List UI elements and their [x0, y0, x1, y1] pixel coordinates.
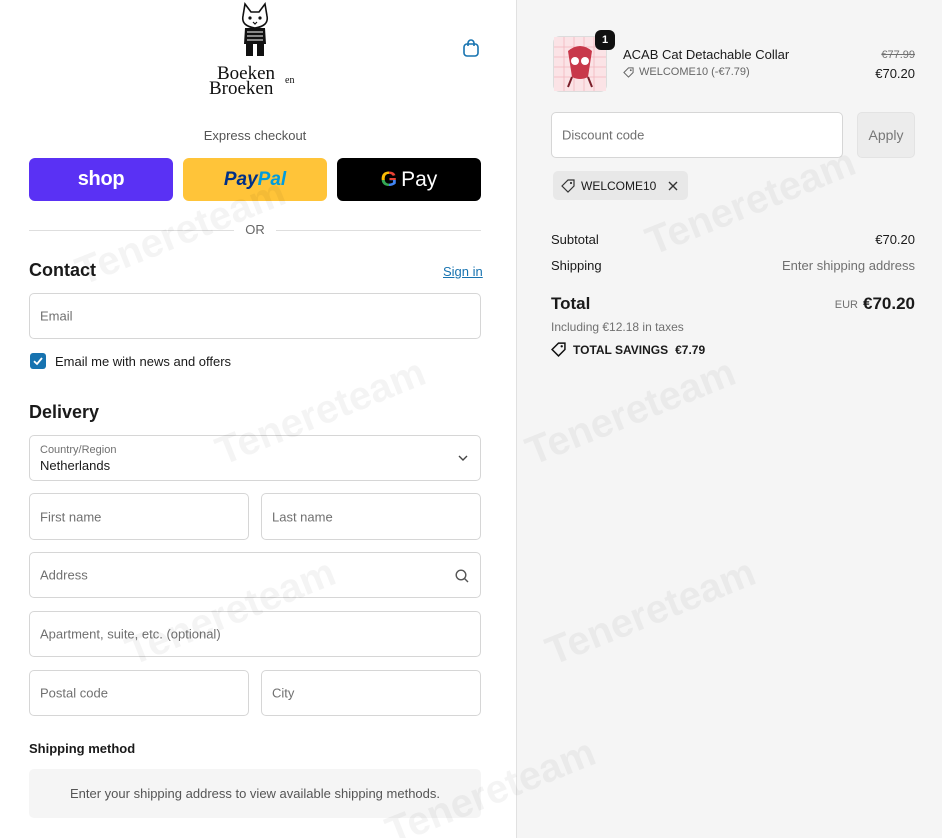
close-icon[interactable]	[666, 179, 680, 193]
tag-icon	[623, 66, 634, 78]
first-name-placeholder: First name	[40, 509, 102, 524]
country-select[interactable]: Country/Region Netherlands	[29, 435, 481, 481]
address-placeholder: Address	[40, 567, 88, 583]
total-currency: EUR	[834, 299, 858, 311]
checkout-form-panel: Boeken Broeken en Express checkout shop …	[0, 0, 516, 838]
first-name-field[interactable]: First name	[29, 493, 249, 540]
logo-text-small: en	[285, 75, 295, 86]
apartment-field[interactable]: Apartment, suite, etc. (optional)	[29, 611, 481, 657]
paypal-label-part2: Pal	[257, 168, 287, 190]
total-savings: TOTAL SAVINGS €7.79	[551, 342, 705, 357]
tax-line: Including €12.18 in taxes	[551, 320, 684, 334]
original-price: €77.99	[881, 49, 915, 61]
cat-mascot-icon	[241, 2, 269, 56]
total-value: €70.20	[863, 294, 915, 313]
contact-heading: Contact	[29, 260, 96, 280]
google-pay-label: Pay	[401, 167, 438, 191]
search-icon	[455, 569, 469, 583]
shipping-method-heading: Shipping method	[29, 741, 136, 756]
shipping-method-message: Enter your shipping address to view avai…	[70, 786, 440, 801]
shop-pay-button[interactable]: shop	[29, 158, 173, 201]
discounted-price: €70.20	[875, 66, 915, 81]
order-summary-panel: 1 ACAB Cat Detachable Collar WELCOME10 (…	[516, 0, 942, 838]
total-label: Total	[551, 294, 591, 313]
last-name-placeholder: Last name	[272, 509, 333, 524]
country-label: Country/Region	[40, 444, 117, 456]
sign-in-link[interactable]: Sign in	[443, 264, 483, 279]
tag-icon	[551, 342, 566, 357]
logo-text-line2: Broeken	[209, 78, 274, 99]
store-logo[interactable]: Boeken Broeken en	[205, 2, 305, 98]
paypal-label-part1: Pay	[223, 168, 258, 190]
shipping-value: Enter shipping address	[782, 258, 915, 273]
checkmark-icon	[33, 357, 43, 366]
applied-discount-code: WELCOME10	[581, 178, 657, 193]
google-pay-button[interactable]: G Pay	[337, 158, 481, 201]
delivery-heading: Delivery	[29, 402, 100, 422]
product-discount: WELCOME10 (-€7.79)	[623, 66, 750, 78]
applied-discount-chip: WELCOME10	[553, 171, 689, 200]
shop-pay-label: shop	[77, 168, 125, 190]
email-placeholder: Email	[40, 308, 73, 324]
last-name-field[interactable]: Last name	[261, 493, 481, 540]
apply-discount-button[interactable]: Apply	[857, 112, 915, 158]
total-savings-label: TOTAL SAVINGS	[573, 342, 669, 357]
divider-line-right	[276, 230, 481, 231]
news-offers-label: Email me with news and offers	[55, 354, 232, 369]
city-field[interactable]: City	[261, 670, 481, 716]
apartment-placeholder: Apartment, suite, etc. (optional)	[40, 626, 221, 642]
shipping-method-notice: Enter your shipping address to view avai…	[29, 769, 481, 818]
address-field[interactable]: Address	[29, 552, 481, 598]
apply-label: Apply	[868, 127, 904, 143]
google-g-icon: G	[380, 167, 398, 191]
discount-code-placeholder: Discount code	[562, 127, 645, 143]
postal-code-placeholder: Postal code	[40, 685, 108, 701]
news-offers-checkbox[interactable]	[30, 353, 46, 369]
shopping-bag-icon[interactable]	[461, 38, 481, 58]
chevron-down-icon	[458, 455, 468, 461]
product-discount-text: WELCOME10 (-€7.79)	[639, 66, 750, 78]
total-savings-value: €7.79	[675, 342, 706, 357]
product-name: ACAB Cat Detachable Collar	[623, 47, 790, 62]
postal-code-field[interactable]: Postal code	[29, 670, 249, 716]
country-value: Netherlands	[40, 458, 111, 473]
discount-code-field[interactable]: Discount code	[551, 112, 843, 158]
or-divider: OR	[29, 222, 481, 238]
quantity-badge: 1	[595, 30, 615, 50]
city-placeholder: City	[272, 685, 295, 701]
express-checkout-label: Express checkout	[203, 128, 307, 143]
tag-icon	[561, 178, 575, 193]
shipping-label: Shipping	[551, 258, 602, 273]
email-field[interactable]: Email	[29, 293, 481, 339]
paypal-button[interactable]: Pay Pal	[183, 158, 327, 201]
subtotal-label: Subtotal	[551, 232, 599, 247]
subtotal-value: €70.20	[875, 232, 915, 247]
